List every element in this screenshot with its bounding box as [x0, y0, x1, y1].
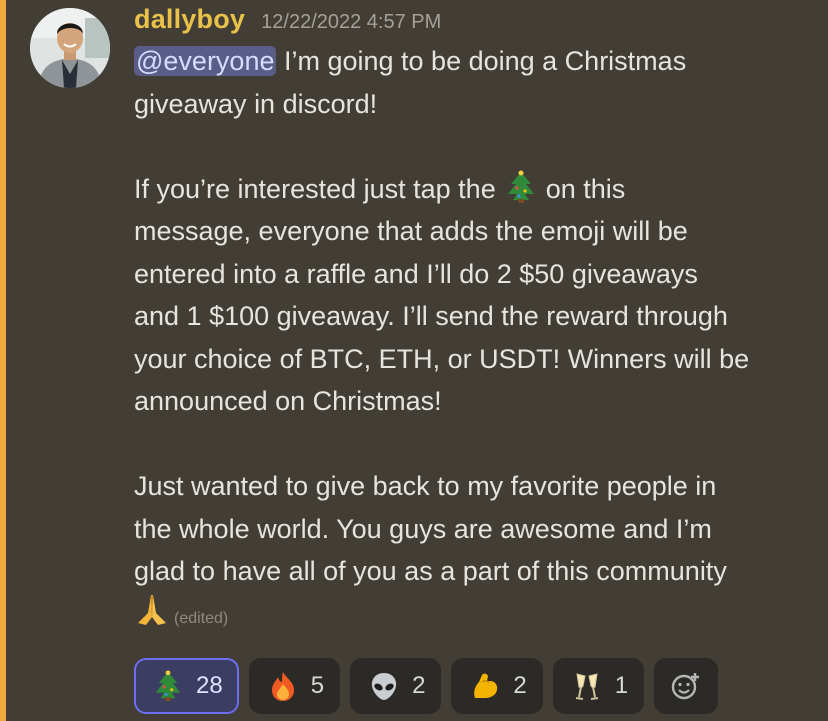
- reaction-christmas-tree[interactable]: 28: [134, 658, 239, 714]
- clinking-glasses-icon: [575, 673, 598, 700]
- message-line: and 1 $100 giveaway. I’ll send the rewar…: [134, 301, 728, 331]
- message-line: (edited): [134, 593, 824, 636]
- reaction-count: 5: [310, 672, 325, 699]
- reactions-bar: 28 5 2 2 1: [134, 658, 719, 714]
- christmas-tree-icon: [504, 170, 538, 204]
- message-line: glad to have all of you as a part of thi…: [134, 556, 727, 586]
- reaction-fire[interactable]: 5: [248, 658, 341, 714]
- message-line: entered into a raffle and I’ll do 2 $50 …: [134, 258, 698, 289]
- fire-icon: [271, 672, 294, 701]
- reaction-flexed-biceps[interactable]: 2: [451, 658, 543, 714]
- flexed-biceps-icon: [474, 673, 498, 698]
- message-text: I’m going to be doing a Christmas: [276, 46, 687, 76]
- add-reaction-button[interactable]: [654, 658, 719, 714]
- message-line: @everyone I’m going to be doing a Christ…: [134, 40, 824, 83]
- message-line: the whole world. You guys are awesome an…: [134, 513, 712, 544]
- message-body: @everyone I’m going to be doing a Christ…: [134, 40, 824, 635]
- message-line: giveaway in discord!: [134, 88, 378, 119]
- username[interactable]: dallyboy: [134, 4, 245, 35]
- alien-icon: [371, 673, 397, 700]
- timestamp[interactable]: 12/22/2022 4:57 PM: [261, 11, 441, 34]
- reaction-clinking-glasses[interactable]: 1: [552, 658, 645, 714]
- message-text: If you’re interested just tap the: [134, 173, 496, 204]
- reaction-count: 1: [614, 672, 629, 699]
- add-reaction-icon: [671, 673, 700, 700]
- message-text: on this: [545, 173, 626, 204]
- message-line: Just wanted to give back to my favorite …: [134, 471, 717, 501]
- message-line: announced on Christmas!: [134, 386, 442, 416]
- reaction-count: 28: [196, 672, 223, 699]
- message-line: message, everyone that adds the emoji wi…: [134, 216, 688, 246]
- avatar[interactable]: [30, 8, 110, 88]
- message-line: your choice of BTC, ETH, or USDT! Winner…: [134, 343, 750, 374]
- everyone-mention[interactable]: @everyone: [134, 46, 277, 76]
- reaction-alien[interactable]: 2: [350, 658, 442, 714]
- message-header: dallyboy 12/22/2022 4:57 PM: [134, 4, 441, 38]
- message-line: If you’re interested just tap the on this: [134, 168, 824, 211]
- edited-label: (edited): [174, 609, 229, 627]
- christmas-tree-icon: [155, 670, 181, 702]
- reaction-count: 2: [412, 672, 426, 699]
- folded-hands-icon: [134, 593, 168, 627]
- message-container: dallyboy 12/22/2022 4:57 PM @everyone I’…: [0, 0, 828, 721]
- reaction-count: 2: [513, 672, 527, 699]
